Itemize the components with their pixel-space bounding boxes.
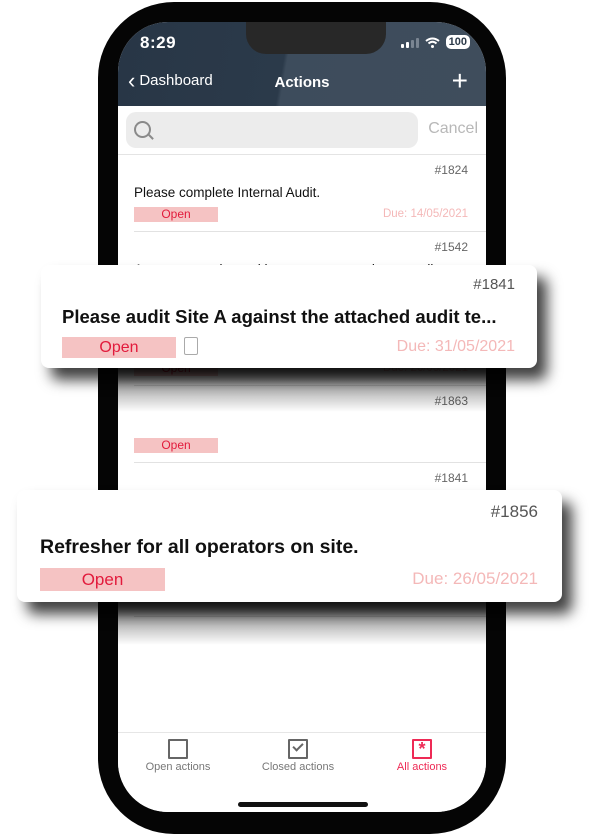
wifi-icon [425, 37, 440, 48]
action-title: Please complete Internal Audit. [134, 185, 321, 200]
due-date: Due: 26/05/2021 [412, 569, 538, 588]
add-action-button[interactable]: + [451, 65, 468, 96]
cancel-button[interactable]: Cancel [428, 120, 478, 138]
signal-icon [400, 37, 419, 48]
list-item[interactable]: #1824 Please complete Internal Audit. Open… [134, 155, 486, 232]
status-badge: Open [40, 568, 165, 591]
callout-card[interactable]: #1856 Refresher for all operators on sit… [17, 490, 562, 602]
header: 8:29 100 ‹ Dashboard Actions + [118, 22, 486, 106]
status-badge: Open [134, 207, 218, 222]
home-indicator[interactable] [238, 802, 368, 807]
status-icons: 100 [400, 35, 470, 49]
status-badge: Open [62, 337, 176, 358]
document-icon [184, 337, 198, 355]
battery-icon: 100 [445, 35, 470, 49]
page-title: Actions [274, 74, 330, 91]
tab-all-actions[interactable]: * All actions [362, 739, 482, 773]
tab-open-actions[interactable]: Open actions [118, 739, 238, 773]
tab-label: Open actions [145, 761, 211, 773]
empty-checkbox-icon [168, 739, 188, 759]
tab-bar: Open actions Closed actions * All action… [118, 732, 486, 812]
asterisk-box-icon: * [412, 739, 432, 759]
callout-card[interactable]: #1841 Please audit Site A against the at… [41, 265, 537, 368]
action-number: #1841 [434, 471, 468, 485]
tab-closed-actions[interactable]: Closed actions [238, 739, 358, 773]
notch [246, 22, 386, 54]
checked-checkbox-icon [288, 739, 308, 759]
due-date: Due: 14/05/2021 [382, 208, 468, 220]
action-title: Refresher for all operators on site. [40, 536, 359, 558]
action-number: #1863 [434, 394, 468, 408]
action-number: #1542 [434, 240, 468, 254]
tab-label: All actions [396, 761, 448, 773]
list-item[interactable]: #1863 Open [134, 386, 486, 463]
search-icon [134, 121, 151, 138]
action-number: #1856 [490, 502, 538, 521]
action-number: #1824 [434, 163, 468, 177]
search-input[interactable] [126, 112, 418, 148]
due-date: Due: 31/05/2021 [396, 338, 515, 355]
search-bar: Cancel [118, 106, 486, 155]
phone-screen: 8:29 100 ‹ Dashboard Actions + Cancel #1… [118, 22, 486, 812]
status-time: 8:29 [140, 33, 177, 52]
action-number: #1841 [473, 276, 515, 293]
plus-icon: + [451, 65, 468, 96]
action-title: Please audit Site A against the attached… [62, 306, 497, 327]
tab-label: Closed actions [261, 761, 335, 773]
status-badge: Open [134, 438, 218, 453]
